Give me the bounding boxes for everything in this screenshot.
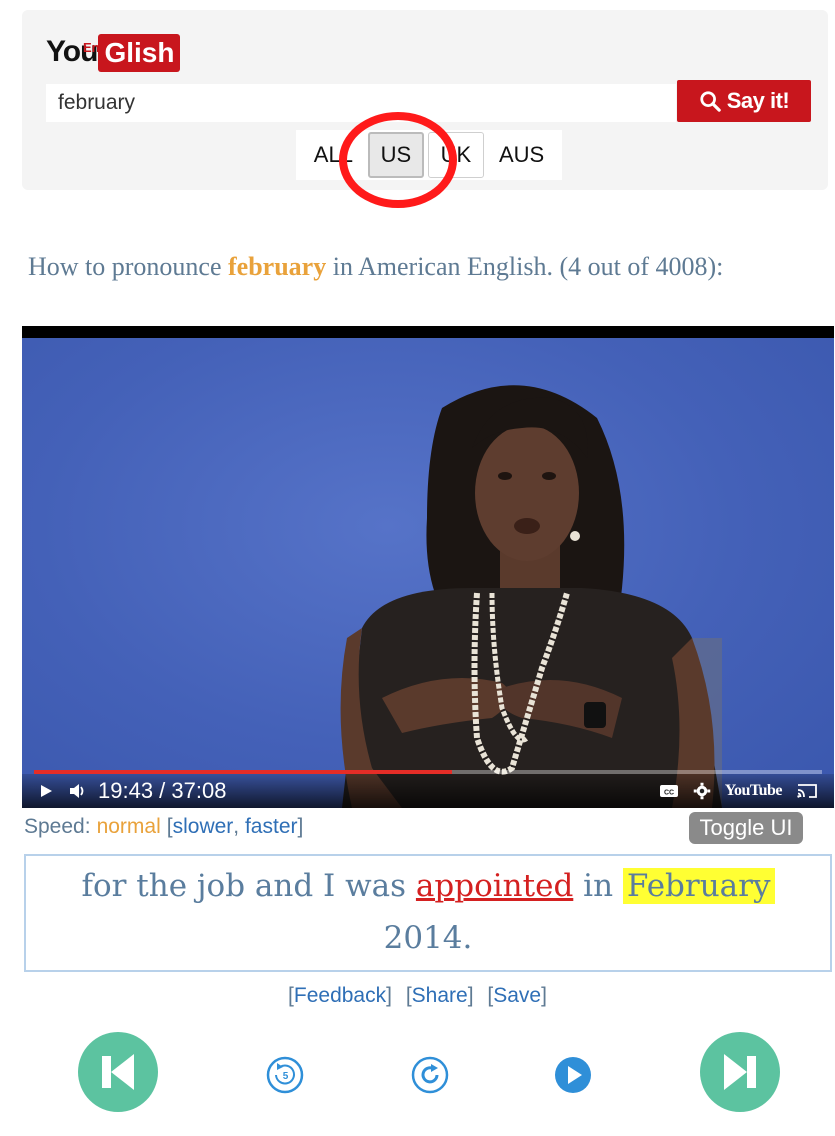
speed-separator: , bbox=[233, 815, 245, 838]
title-suffix: in American English. (4 out of 4008): bbox=[326, 252, 724, 281]
rewind-5-button[interactable]: 5 bbox=[266, 1056, 304, 1094]
accent-all-label: ALL bbox=[313, 142, 353, 167]
accent-us-button[interactable]: US bbox=[367, 132, 424, 178]
accent-aus-label: AUS bbox=[498, 142, 545, 167]
action-links: [Feedback] [Share] [Save] bbox=[0, 984, 835, 1014]
title-prefix: How to pronounce bbox=[28, 252, 229, 281]
accent-all-button[interactable]: ALL bbox=[302, 132, 364, 178]
share-link[interactable]: Share bbox=[412, 984, 468, 1007]
video-controls: 19:43 / 37:08 CC YouTube bbox=[22, 774, 834, 808]
accent-aus-button[interactable]: AUS bbox=[487, 132, 556, 178]
caption-after: 2014. bbox=[383, 920, 473, 956]
caption-box: for the job and I was appointed in Febru… bbox=[24, 854, 832, 972]
speed-normal[interactable]: normal bbox=[97, 815, 161, 839]
video-player[interactable]: 19:43 / 37:08 CC YouTube bbox=[22, 326, 834, 808]
youtube-logo[interactable]: YouTube bbox=[725, 782, 783, 800]
bracket: ] bbox=[386, 984, 392, 1007]
search-input[interactable] bbox=[46, 84, 676, 122]
speed-faster-link[interactable]: faster bbox=[245, 815, 298, 839]
bracket: ] bbox=[541, 984, 547, 1007]
volume-icon[interactable] bbox=[68, 782, 88, 800]
logo-you-text: You En bbox=[46, 32, 100, 72]
gear-icon[interactable] bbox=[693, 782, 711, 800]
next-button[interactable] bbox=[700, 1032, 780, 1112]
skip-next-icon bbox=[700, 1032, 780, 1112]
play-icon[interactable] bbox=[38, 783, 54, 799]
accent-selector: ALL US UK AUS bbox=[296, 130, 562, 180]
caption-link-word[interactable]: appointed bbox=[416, 868, 573, 904]
logo-glish-text: Glish bbox=[98, 34, 181, 72]
say-it-label: Say it! bbox=[726, 88, 790, 113]
toggle-ui-button[interactable]: Toggle UI bbox=[689, 812, 803, 844]
speed-controls: Speed: normal [slower, faster] bbox=[24, 812, 804, 842]
bracket: ] bbox=[467, 984, 474, 1007]
accent-uk-button[interactable]: UK bbox=[427, 132, 484, 178]
skip-previous-icon bbox=[78, 1032, 158, 1112]
replay-icon bbox=[411, 1056, 449, 1094]
rewind-5-icon: 5 bbox=[266, 1056, 304, 1094]
captions-icon[interactable]: CC bbox=[659, 783, 679, 799]
speed-slower-link[interactable]: slower bbox=[173, 815, 234, 839]
title-word: february bbox=[228, 252, 327, 281]
speaker-image bbox=[340, 385, 722, 808]
svg-text:CC: CC bbox=[664, 790, 674, 797]
youglish-logo[interactable]: You En Glish bbox=[46, 28, 181, 72]
say-it-button[interactable]: Say it! bbox=[677, 80, 811, 122]
accent-uk-label: UK bbox=[440, 142, 472, 167]
video-frame[interactable] bbox=[22, 338, 834, 808]
caption-keyword: February bbox=[622, 868, 775, 904]
speed-label: Speed: bbox=[24, 815, 91, 838]
accent-us-label: US bbox=[380, 142, 412, 167]
caption-middle: in bbox=[573, 868, 623, 904]
cast-icon[interactable] bbox=[796, 782, 818, 800]
speed-bracket-close: ] bbox=[297, 815, 304, 838]
pronunciation-title: How to pronounce february in American En… bbox=[28, 252, 808, 282]
save-link[interactable]: Save bbox=[493, 984, 541, 1007]
play-circle-icon bbox=[555, 1057, 591, 1093]
caption-before: for the job and I was bbox=[81, 868, 416, 904]
previous-button[interactable] bbox=[78, 1032, 158, 1112]
play-button[interactable] bbox=[553, 1055, 593, 1095]
video-time: 19:43 / 37:08 bbox=[98, 778, 227, 803]
replay-button[interactable] bbox=[410, 1055, 450, 1095]
search-icon bbox=[700, 91, 721, 112]
svg-text:5: 5 bbox=[283, 1071, 289, 1082]
logo-en-text: En bbox=[83, 40, 100, 55]
feedback-link[interactable]: Feedback bbox=[294, 984, 386, 1007]
